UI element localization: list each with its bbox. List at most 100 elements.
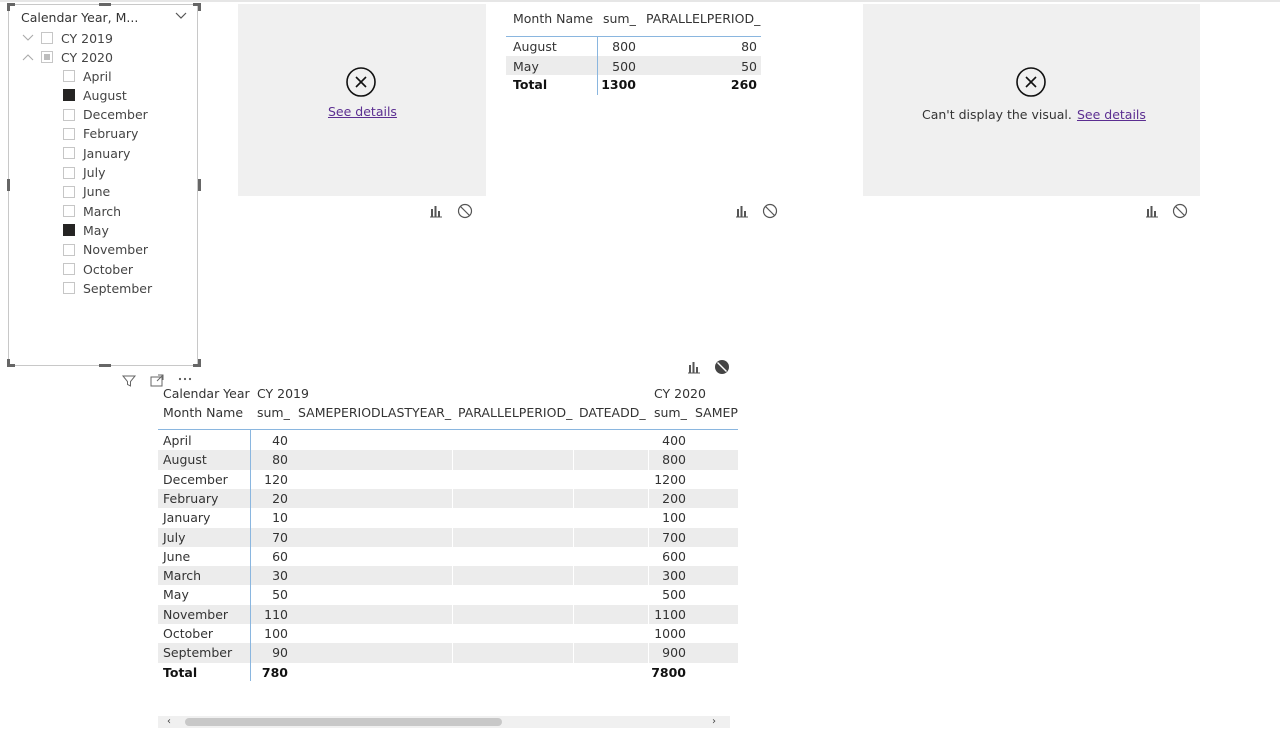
row-label: August xyxy=(163,452,207,468)
table-cell: 1200 xyxy=(654,471,686,487)
chevron-up-icon[interactable] xyxy=(21,50,35,64)
table-cell: 700 xyxy=(662,529,686,545)
row-label: June xyxy=(163,548,191,564)
table-cell: 30 xyxy=(272,568,288,584)
table-cell: 50 xyxy=(272,587,288,603)
resize-handle[interactable] xyxy=(99,364,111,367)
checkbox[interactable] xyxy=(63,243,75,256)
chevron-down-icon[interactable] xyxy=(21,31,35,45)
checkbox[interactable] xyxy=(63,89,75,102)
table-cell: 500 xyxy=(612,59,636,74)
slicer-month-item[interactable]: March xyxy=(63,202,121,220)
slicer-month-item[interactable]: July xyxy=(63,164,105,182)
total-label: Total xyxy=(163,664,198,680)
scrollbar-thumb[interactable] xyxy=(185,718,502,726)
column-separator xyxy=(452,604,453,624)
column-header[interactable]: Month Name xyxy=(513,11,593,26)
see-details-link[interactable]: See details xyxy=(328,104,397,119)
checkbox[interactable] xyxy=(63,263,75,275)
row-label: December xyxy=(163,471,228,487)
total-cell: 1300 xyxy=(601,77,636,92)
column-header[interactable]: PARALLELPERIOD_ xyxy=(646,11,760,26)
checkbox[interactable] xyxy=(63,127,75,140)
total-cell: 780 xyxy=(261,664,288,680)
see-details-link[interactable]: See details xyxy=(1077,107,1146,122)
column-separator xyxy=(452,450,453,470)
chart-adjust-icon[interactable] xyxy=(686,359,702,375)
checkbox[interactable] xyxy=(63,147,75,160)
resize-handle[interactable] xyxy=(7,3,10,11)
checkbox[interactable] xyxy=(63,108,75,121)
checkbox[interactable] xyxy=(63,166,75,179)
slicer-month-item[interactable]: January xyxy=(63,144,130,162)
column-header[interactable]: SAMEPERIODLASTYEAR_ xyxy=(298,405,451,420)
table-cell: 40 xyxy=(272,433,288,448)
column-group-header[interactable]: CY 2019 xyxy=(257,386,309,401)
slicer-month-label: June xyxy=(83,184,111,200)
column-group-header[interactable]: CY 2020 xyxy=(654,386,706,401)
checkbox[interactable] xyxy=(63,205,75,218)
prohibited-icon[interactable] xyxy=(762,203,778,219)
column-header[interactable]: SAMEP xyxy=(695,405,738,420)
resize-handle[interactable] xyxy=(198,179,201,191)
row-label: September xyxy=(163,645,233,661)
row-label: November xyxy=(163,606,229,622)
slicer-month-item[interactable]: June xyxy=(63,183,110,201)
slicer-month-label: January xyxy=(83,145,131,161)
slicer-year-item[interactable]: CY 2019 xyxy=(21,29,113,47)
error-visual-left xyxy=(238,4,486,196)
checkbox[interactable] xyxy=(41,51,53,63)
column-separator xyxy=(573,450,574,470)
scroll-right-arrow[interactable]: › xyxy=(712,716,716,727)
chart-adjust-icon[interactable] xyxy=(734,203,750,219)
slicer-month-item[interactable]: December xyxy=(63,106,148,124)
checkbox[interactable] xyxy=(63,70,75,82)
table-cell: 120 xyxy=(264,471,288,487)
slicer-month-item[interactable]: February xyxy=(63,125,138,143)
slicer-month-item[interactable]: November xyxy=(63,241,148,259)
checkbox[interactable] xyxy=(63,282,75,295)
slicer-year-item[interactable]: CY 2020 xyxy=(21,48,113,66)
row-header[interactable]: Calendar Year xyxy=(163,386,250,401)
slicer-month-item[interactable]: September xyxy=(63,279,152,297)
slicer-month-item[interactable]: October xyxy=(63,260,133,278)
column-header[interactable]: PARALLELPERIOD_ xyxy=(458,405,572,420)
small-table-visual[interactable]: Month Name sum_ PARALLELPERIOD_ August 8… xyxy=(506,4,766,104)
slicer-month-label: September xyxy=(83,280,153,296)
column-header[interactable]: sum_ xyxy=(603,11,636,26)
scroll-left-arrow[interactable]: ‹ xyxy=(167,716,171,727)
row-label: May xyxy=(163,587,189,603)
column-header[interactable]: sum_ xyxy=(654,405,687,420)
slicer-month-item[interactable]: April xyxy=(63,67,112,85)
resize-handle[interactable] xyxy=(198,359,201,367)
table-cell: 1000 xyxy=(654,626,686,641)
checkbox[interactable] xyxy=(63,185,75,198)
slicer-month-label: December xyxy=(83,107,148,123)
prohibited-icon[interactable] xyxy=(457,203,473,219)
resize-handle[interactable] xyxy=(198,3,201,11)
resize-handle[interactable] xyxy=(7,359,10,367)
chart-adjust-icon[interactable] xyxy=(1144,203,1160,219)
column-header[interactable]: sum_ xyxy=(257,405,290,420)
slicer-month-label: August xyxy=(83,87,127,103)
resize-handle[interactable] xyxy=(99,3,111,6)
slicer-visual[interactable]: Calendar Year, M... CY 2019 CY 2020 Apri… xyxy=(7,3,201,367)
slicer-month-item[interactable]: May xyxy=(63,221,109,239)
filter-icon[interactable] xyxy=(121,373,137,389)
table-cell: 60 xyxy=(272,548,288,564)
chart-adjust-icon[interactable] xyxy=(428,203,444,219)
row-header[interactable]: Month Name xyxy=(163,405,243,420)
table-cell: 110 xyxy=(264,606,288,622)
prohibited-icon[interactable] xyxy=(1172,203,1188,219)
column-divider xyxy=(250,430,251,681)
column-header[interactable]: DATEADD_ xyxy=(579,405,646,420)
checkbox[interactable] xyxy=(41,32,53,44)
chevron-down-icon[interactable] xyxy=(174,9,188,23)
slicer-month-item[interactable]: August xyxy=(63,86,127,104)
checkbox[interactable] xyxy=(63,224,75,237)
matrix-visual[interactable]: Calendar Year CY 2019 CY 2020 Month Name… xyxy=(158,383,738,683)
table-cell: 90 xyxy=(272,645,288,661)
prohibited-icon[interactable] xyxy=(714,359,730,375)
resize-handle[interactable] xyxy=(7,179,10,191)
table-cell: 500 xyxy=(662,587,686,603)
